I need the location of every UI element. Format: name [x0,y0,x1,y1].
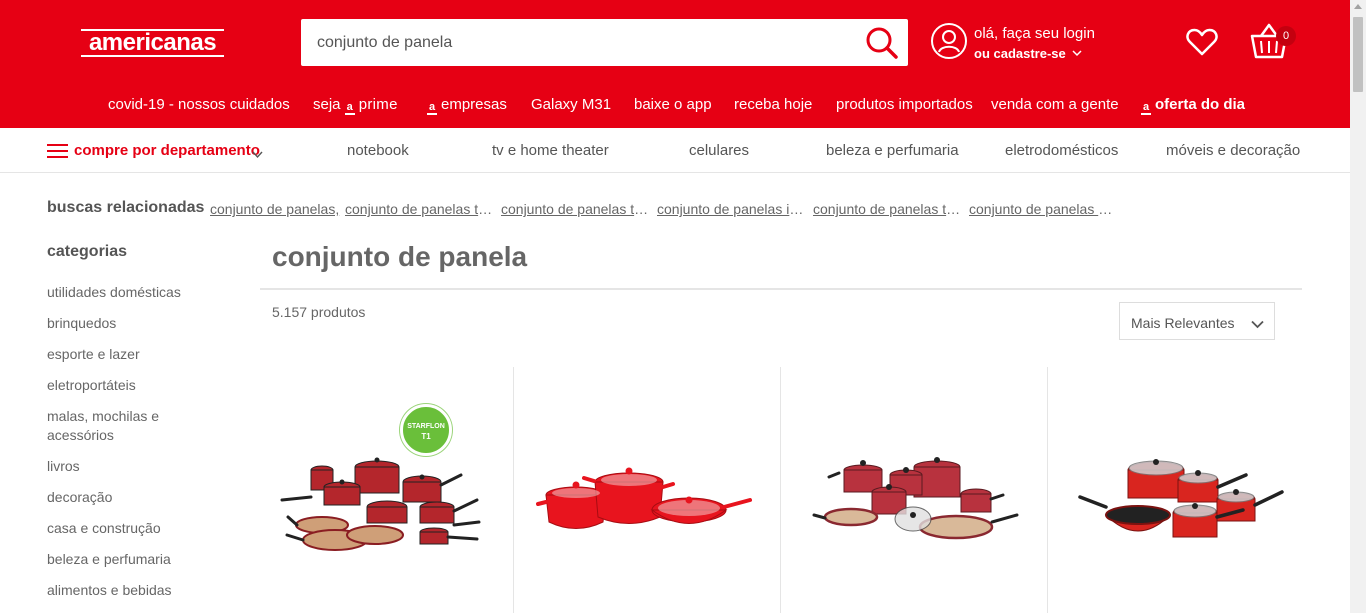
nav-importados[interactable]: produtos importados [836,96,973,113]
search-box [301,19,908,66]
department-bar: compre por departamento notebook tv e ho… [0,128,1350,173]
page-title: conjunto de panela [272,241,528,272]
related-link[interactable]: conjunto de panelas, [210,201,340,217]
chevron-down-icon [1251,316,1264,334]
category-item[interactable]: malas, mochilas e acessórios [47,407,177,445]
sort-select[interactable]: Mais Relevantes [1119,302,1275,340]
nav-prime-prefix: seja [313,96,341,113]
nav-oferta-label: oferta do dia [1155,96,1246,113]
user-icon [930,22,968,60]
product-card[interactable]: STARFLON T1 [247,367,513,613]
page: americanas olá, faça seu login ou [0,0,1366,613]
category-item[interactable]: esporte e lazer [47,345,207,364]
logo-bottom-bar [81,55,224,57]
product-image [812,457,1019,540]
americanas-mini-logo-icon: a [344,101,355,115]
scroll-up-arrow-icon[interactable] [1354,4,1362,9]
related-link[interactable]: conjunto de panelas tramontina inox [813,201,961,217]
related-link[interactable]: conjunto de panelas inox [657,201,805,217]
chevron-down-icon [252,146,263,163]
category-item[interactable]: beleza e perfumaria [47,550,207,569]
category-item[interactable]: livros [47,457,207,476]
related-link[interactable]: conjunto de panelas antiaderente [969,201,1113,217]
search-icon[interactable] [864,25,900,61]
department-menu-label: compre por departamento [74,142,260,159]
dept-beleza[interactable]: beleza e perfumaria [826,142,959,159]
search-input[interactable] [301,19,851,66]
product-card[interactable] [780,367,1046,613]
related-link[interactable]: conjunto de panelas tramontina antiadere… [501,201,649,217]
starflon-badge-line2: T1 [421,432,431,441]
nav-prime[interactable]: seja a prime [313,96,398,115]
site-header: americanas olá, faça seu login ou [0,0,1350,128]
starflon-badge-line1: STARFLON [407,423,445,430]
register-label: ou cadastre-se [974,46,1066,61]
category-item[interactable]: eletroportáteis [47,376,207,395]
product-image [1078,459,1284,538]
related-link[interactable]: conjunto de panelas tramontina [345,201,493,217]
dept-eletrodomesticos[interactable]: eletrodomésticos [1005,142,1118,159]
product-image [280,457,481,551]
heart-icon[interactable] [1186,27,1218,57]
nav-venda[interactable]: venda com a gente [991,96,1119,113]
sort-value: Mais Relevantes [1131,315,1235,331]
nav-empresas-label: empresas [441,96,507,113]
americanas-logo[interactable]: americanas [81,27,224,59]
product-card[interactable] [1047,367,1313,613]
register-link[interactable]: ou cadastre-se [974,45,1082,61]
page-scrollbar[interactable] [1350,0,1366,613]
hamburger-icon [47,143,68,159]
account-login[interactable]: olá, faça seu login ou cadastre-se [930,22,1130,66]
chevron-down-icon [1072,45,1082,60]
related-searches: buscas relacionadas conjunto de panelas,… [47,199,1147,219]
cart-count-badge: 0 [1276,26,1296,46]
category-item[interactable]: alimentos e bebidas [47,581,207,600]
nav-covid[interactable]: covid-19 - nossos cuidados [108,96,290,113]
dept-celulares[interactable]: celulares [689,142,749,159]
login-prompt: olá, faça seu login [974,25,1095,42]
nav-app[interactable]: baixe o app [634,96,712,113]
related-searches-label: buscas relacionadas [47,199,205,216]
americanas-mini-logo-icon: a [427,101,437,115]
category-item[interactable]: decoração [47,488,207,507]
title-divider [260,288,1302,290]
top-nav: covid-19 - nossos cuidados seja a prime a… [0,96,1350,118]
category-item[interactable]: brinquedos [47,314,207,333]
nav-prime-label: prime [358,96,398,113]
nav-oferta-do-dia[interactable]: a oferta do dia [1141,96,1245,115]
nav-galaxy[interactable]: Galaxy M31 [531,96,611,113]
dept-moveis[interactable]: móveis e decoração [1166,142,1300,159]
scrollbar-thumb[interactable] [1353,17,1363,92]
product-card[interactable] [513,367,779,613]
categories-heading: categorias [47,243,128,260]
nav-receba-hoje[interactable]: receba hoje [734,96,812,113]
dept-notebook[interactable]: notebook [347,142,409,159]
nav-empresas[interactable]: a empresas [427,96,507,115]
product-count: 5.157 produtos [272,304,366,320]
starflon-badge: STARFLON T1 [400,404,452,456]
logo-wordmark: americanas [88,29,217,56]
category-item[interactable]: utilidades domésticas [47,283,207,302]
dept-tv[interactable]: tv e home theater [492,142,609,159]
americanas-mini-logo-icon: a [1141,101,1151,115]
product-image [536,467,752,529]
category-item[interactable]: casa e construção [47,519,207,538]
